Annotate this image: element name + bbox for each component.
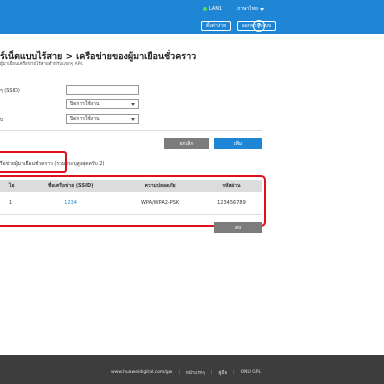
footer-website: www.huaweidigital.com/gw bbox=[111, 370, 173, 375]
row-password: 123456789 bbox=[200, 192, 262, 215]
help-icon[interactable]: ? bbox=[253, 20, 265, 32]
lan-status-dot-icon bbox=[203, 7, 207, 11]
page-subtitle: ผู้มาเยือนเครือข่ายไร้สายสำหรับแขกๆ APs bbox=[0, 62, 83, 67]
row-security: WPA/WPA2-PSK bbox=[119, 192, 201, 215]
chevron-down-icon bbox=[131, 102, 135, 106]
language-label[interactable]: ภาษาไทย bbox=[237, 5, 258, 13]
footer-license-link[interactable]: ONU GPL bbox=[241, 370, 261, 375]
highlight-box-label bbox=[0, 151, 67, 173]
chevron-down-icon bbox=[131, 117, 135, 121]
sync-select-value: ปิดการใช้งาน bbox=[70, 116, 100, 122]
divider bbox=[0, 130, 262, 131]
column-header-ssid: ชื่อเครือข่าย (SSID) bbox=[22, 180, 120, 192]
sync-label: ับ bbox=[0, 117, 4, 123]
column-header-password: รหัสผ่าน bbox=[200, 180, 262, 192]
footer-links: www.huaweidigital.com/gw | หน้าแรกๆ | คู… bbox=[111, 369, 261, 376]
table-header-row: ไอ ชื่อเครือข่าย (SSID) ความปลอดภัย รหัส… bbox=[0, 180, 262, 192]
ssid-label: ๆ (SSID) bbox=[0, 88, 20, 94]
footer-separator: | bbox=[233, 370, 235, 375]
footer-separator: | bbox=[210, 370, 213, 375]
add-button[interactable]: เพิ่ม bbox=[214, 138, 262, 149]
chevron-down-icon bbox=[259, 7, 264, 11]
security-select[interactable]: ปิดการใช้งาน bbox=[66, 99, 139, 109]
column-header-security: ความปลอดภัย bbox=[119, 180, 201, 192]
guest-network-table: ไอ ชื่อเครือข่าย (SSID) ความปลอดภัย รหัส… bbox=[0, 180, 262, 215]
top-bar: LAN1 ภาษาไทย ตั้งค่าง่าย ออกจากระบบ ? bbox=[0, 0, 384, 34]
footer-privacy-link[interactable]: หน้าแรกๆ bbox=[186, 369, 205, 376]
footer-separator: | bbox=[178, 370, 180, 375]
column-header-no: ไอ bbox=[0, 180, 22, 192]
row-ssid[interactable]: 1234 bbox=[22, 192, 120, 215]
quick-setup-button[interactable]: ตั้งค่าง่าย bbox=[201, 21, 231, 31]
table-row[interactable]: 1 1234 WPA/WPA2-PSK 123456789 bbox=[0, 192, 262, 215]
lan-status-label: LAN1 bbox=[209, 6, 223, 12]
cancel-button[interactable]: ยกเลิก bbox=[164, 138, 209, 149]
security-select-value: ปิดการใช้งาน bbox=[70, 101, 100, 107]
row-no: 1 bbox=[0, 192, 22, 215]
delete-button[interactable]: ลบ bbox=[214, 222, 262, 233]
lan-status: LAN1 bbox=[203, 6, 222, 12]
ssid-link[interactable]: 1234 bbox=[64, 200, 77, 206]
ssid-input[interactable] bbox=[66, 85, 139, 95]
sync-select[interactable]: ปิดการใช้งาน bbox=[66, 114, 139, 124]
language-selector[interactable]: ภาษาไทย bbox=[237, 5, 264, 13]
footer-about-link[interactable]: คู่มือ bbox=[218, 369, 227, 376]
